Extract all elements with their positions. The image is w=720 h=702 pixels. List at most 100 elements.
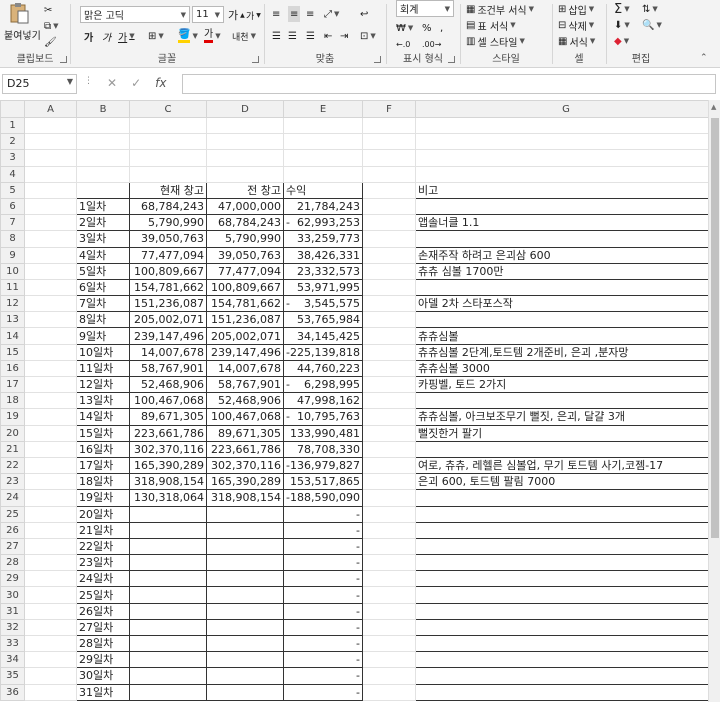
cell-g24[interactable] [414,489,717,507]
cell-c25[interactable] [129,505,207,523]
cell-g27[interactable] [414,537,717,556]
cell-f35[interactable] [361,667,416,685]
cell-d13[interactable]: 151,236,087 [206,311,284,329]
delete-button[interactable]: ⊟ 삭제 ▼ [558,17,594,33]
cell-c10[interactable]: 100,809,667 [129,262,207,280]
row-header[interactable]: 8 [0,230,25,248]
cell-d7[interactable]: 68,784,243 [206,214,284,232]
cell-b21[interactable]: 16일차 [76,440,130,458]
number-launcher-icon[interactable] [448,56,455,63]
row-header[interactable]: 28 [0,554,25,572]
row-header[interactable]: 22 [0,456,25,475]
enter-icon[interactable]: ✓ [131,76,141,90]
fill-button[interactable]: ⬇ ▼ [614,17,630,33]
cell-e9[interactable]: 38,426,331 [283,246,363,264]
find-select-button[interactable]: 🔍 ▼ [642,17,662,33]
cell-a2[interactable] [24,133,77,151]
cell-g34[interactable] [414,651,717,669]
cell-d5[interactable]: 전 창고 [206,181,284,199]
cell-e31[interactable]: - [283,602,363,620]
cell-b31[interactable]: 26일차 [76,602,130,620]
cell-a9[interactable] [24,246,77,264]
cell-c28[interactable] [129,554,207,572]
cell-c18[interactable]: 100,467,068 [129,392,207,410]
cell-a27[interactable] [24,537,77,556]
row-header[interactable]: 19 [0,408,25,426]
cell-c4[interactable] [129,165,207,183]
cell-f34[interactable] [361,651,416,669]
cell-g30[interactable] [414,586,717,604]
cell-g26[interactable] [414,521,717,539]
cell-e14[interactable]: 34,145,425 [283,327,363,345]
font-name-dropdown[interactable]: 맑은 고딕 ▼ [80,6,190,23]
cell-c29[interactable] [129,570,207,588]
cell-b16[interactable]: 11일차 [76,359,130,378]
cell-a17[interactable] [24,375,77,394]
cell-c19[interactable]: 89,671,305 [129,408,207,426]
cell-e26[interactable]: - [283,521,363,539]
column-header-d[interactable]: D [206,100,284,118]
cell-d4[interactable] [206,165,284,183]
row-header[interactable]: 23 [0,473,25,491]
cell-b27[interactable]: 22일차 [76,537,130,556]
cell-f11[interactable] [361,278,416,297]
collapse-ribbon-icon[interactable]: ⌃ [700,50,708,66]
cell-f26[interactable] [361,521,416,539]
cell-a7[interactable] [24,214,77,232]
cell-e29[interactable]: - [283,570,363,588]
cell-a6[interactable] [24,197,77,216]
row-header[interactable]: 35 [0,667,25,685]
row-header[interactable]: 7 [0,214,25,232]
fill-color-button[interactable]: 🪣 ▼ [178,28,198,44]
grow-font-button[interactable]: 가 ▲ [228,7,245,23]
cell-a33[interactable] [24,634,77,653]
row-header[interactable]: 2 [0,133,25,151]
cell-g32[interactable] [414,618,717,637]
cell-b19[interactable]: 14일차 [76,408,130,426]
cell-d35[interactable] [206,667,284,685]
column-header-a[interactable]: A [24,100,77,118]
row-header[interactable]: 33 [0,634,25,653]
row-header[interactable]: 6 [0,197,25,216]
cell-g16[interactable]: 츄츄심볼 3000 [414,359,717,378]
cell-a23[interactable] [24,473,77,491]
cell-e20[interactable]: 133,990,481 [283,424,363,442]
cell-d32[interactable] [206,618,284,637]
cell-b12[interactable]: 7일차 [76,295,130,313]
cell-e3[interactable] [283,149,363,167]
cell-c32[interactable] [129,618,207,637]
cell-b6[interactable]: 1일차 [76,197,130,216]
row-header[interactable]: 32 [0,618,25,637]
font-launcher-icon[interactable] [252,56,259,63]
cell-c8[interactable]: 39,050,763 [129,230,207,248]
cell-d6[interactable]: 47,000,000 [206,197,284,216]
scroll-up-icon[interactable]: ▲ [711,103,716,111]
cell-c31[interactable] [129,602,207,620]
cell-e30[interactable]: - [283,586,363,604]
cell-g3[interactable] [414,149,717,167]
cell-f14[interactable] [361,327,416,345]
cell-b14[interactable]: 9일차 [76,327,130,345]
row-header[interactable]: 36 [0,683,25,701]
cell-f32[interactable] [361,618,416,637]
cell-b23[interactable]: 18일차 [76,473,130,491]
cell-f3[interactable] [361,149,416,167]
align-right-icon[interactable]: ☰ [306,28,315,44]
wrap-text-icon[interactable]: ↩ [360,6,368,22]
cell-g8[interactable] [414,230,717,248]
cell-e15[interactable]: -225,139,818 [283,343,363,361]
cell-b15[interactable]: 10일차 [76,343,130,361]
column-header-c[interactable]: C [129,100,207,118]
clipboard-launcher-icon[interactable] [60,56,67,63]
cell-f36[interactable] [361,683,416,701]
cell-f29[interactable] [361,570,416,588]
cell-a28[interactable] [24,554,77,572]
cell-g9[interactable]: 손재주작 하려고 은괴삼 600 [414,246,717,264]
cell-g22[interactable]: 여로, 츄츄, 레헬른 심볼업, 무기 토드템 사기,코젬-17 [414,456,717,475]
scroll-thumb[interactable] [711,118,719,538]
row-header[interactable]: 4 [0,165,25,183]
align-bottom-icon[interactable]: ≡ [306,6,314,22]
cell-a4[interactable] [24,165,77,183]
cell-d19[interactable]: 100,467,068 [206,408,284,426]
cell-e34[interactable]: - [283,651,363,669]
